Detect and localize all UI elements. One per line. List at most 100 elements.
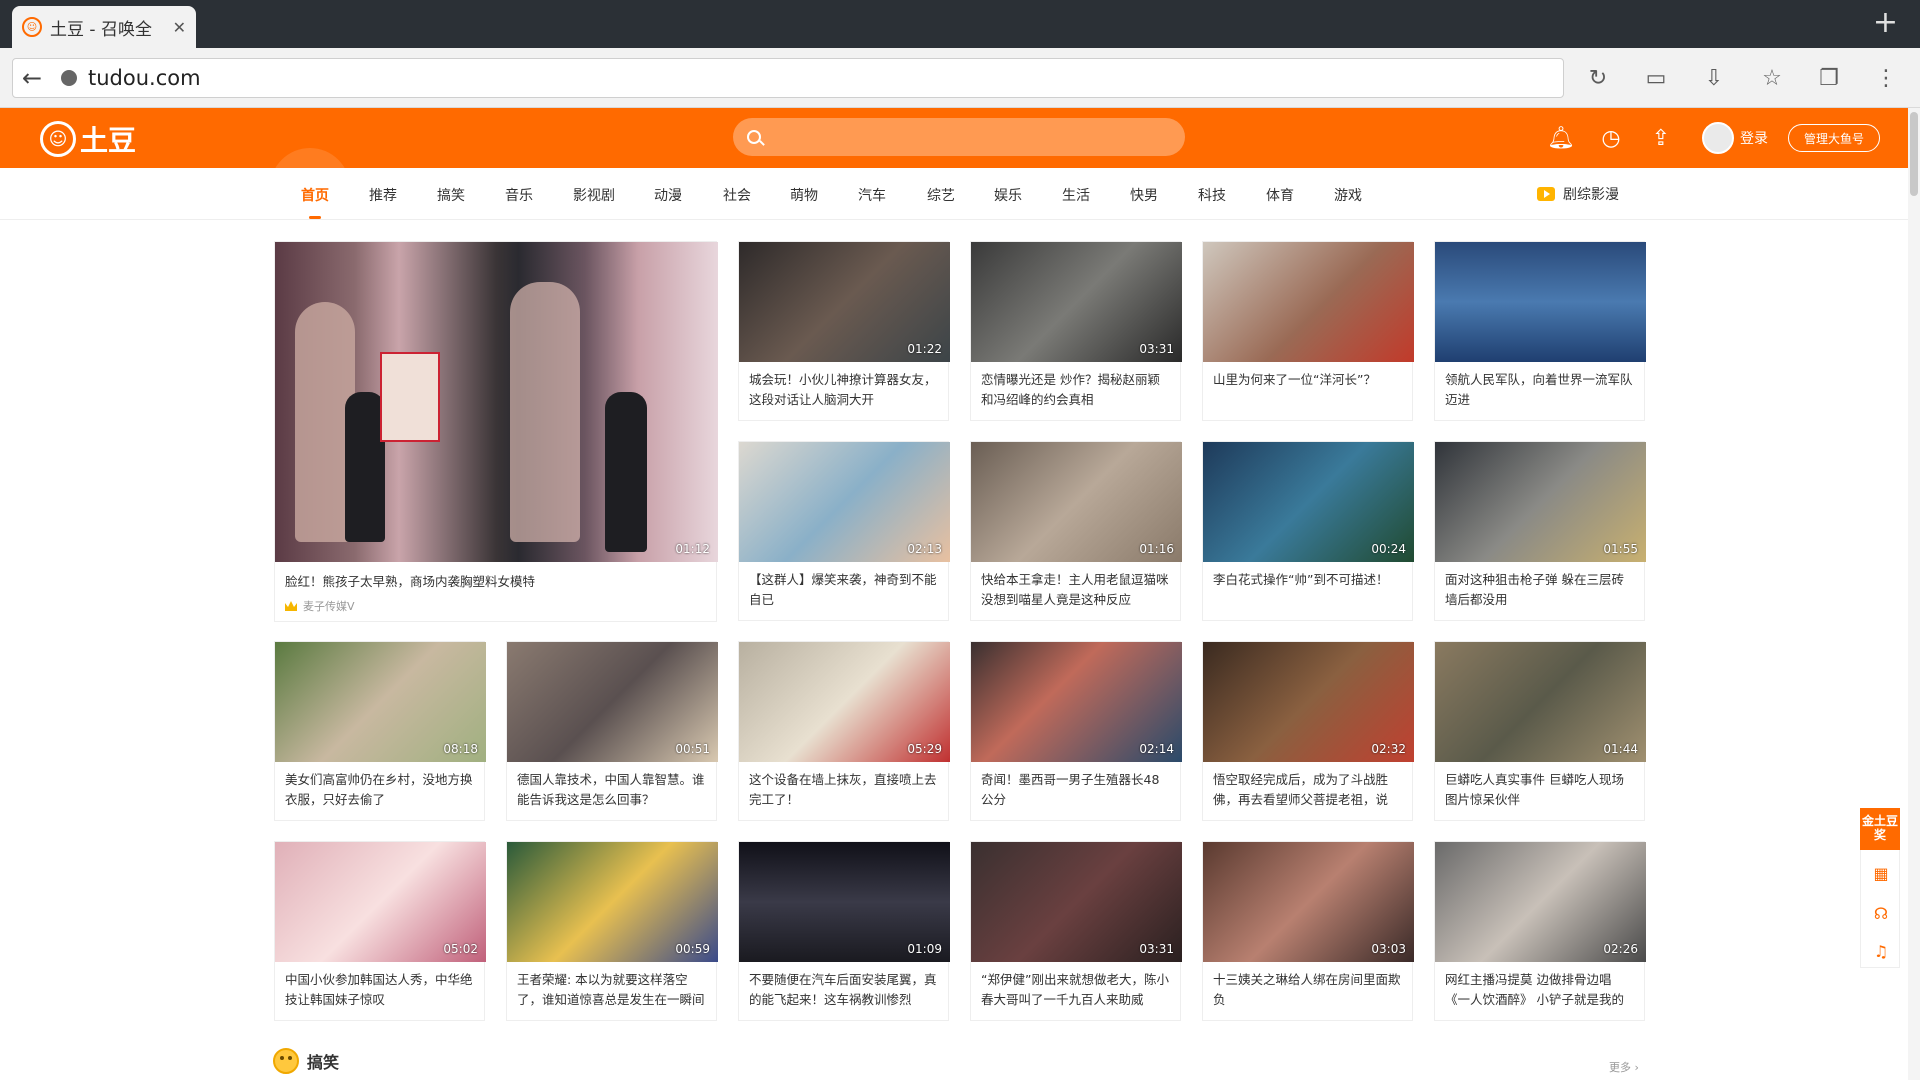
new-tab-button[interactable]: +: [1873, 8, 1898, 38]
nav-tab[interactable]: 首页: [301, 185, 329, 205]
video-card[interactable]: 03:31 “郑伊健”刚出来就想做老大，陈小春大哥叫了一千九百人来助威: [970, 841, 1182, 1021]
nav-tab[interactable]: 生活: [1062, 185, 1090, 205]
qrcode-icon[interactable]: ▦: [1871, 863, 1891, 883]
close-tab-icon[interactable]: ✕: [173, 18, 186, 37]
video-title[interactable]: 领航人民军队，向着世界一流军队迈进: [1445, 370, 1634, 410]
video-thumbnail[interactable]: 03:03: [1203, 842, 1414, 962]
video-thumbnail[interactable]: 02:26: [1435, 842, 1646, 962]
video-title[interactable]: 十三姨关之琳给人绑在房间里面欺负: [1213, 970, 1402, 1010]
featured-thumbnail[interactable]: 01:12: [275, 242, 718, 562]
video-thumbnail[interactable]: 02:14: [971, 642, 1182, 762]
video-thumbnail[interactable]: [1435, 242, 1646, 362]
video-card[interactable]: 山里为何来了一位“洋河长”？: [1202, 241, 1414, 421]
video-title[interactable]: 这个设备在墙上抹灰，直接喷上去完工了！: [749, 770, 938, 810]
video-title[interactable]: 美女们高富帅仍在乡村，没地方换衣服，只好去偷了: [285, 770, 474, 810]
video-title[interactable]: 快给本王拿走！主人用老鼠逗猫咪没想到喵星人竟是这种反应: [981, 570, 1170, 610]
video-thumbnail[interactable]: 02:13: [739, 442, 950, 562]
tabs-icon[interactable]: ❐: [1814, 63, 1844, 93]
video-card[interactable]: 00:59 王者荣耀: 本以为就要这样落空了，谁知道惊喜总是发生在一瞬间: [506, 841, 718, 1021]
search-input[interactable]: [733, 118, 1185, 156]
video-thumbnail[interactable]: [1203, 242, 1414, 362]
video-card[interactable]: 08:18 美女们高富帅仍在乡村，没地方换衣服，只好去偷了: [274, 641, 486, 821]
video-thumbnail[interactable]: 00:59: [507, 842, 718, 962]
video-title[interactable]: 山里为何来了一位“洋河长”？: [1213, 370, 1402, 410]
video-card[interactable]: 05:02 中国小伙参加韩国达人秀，中华绝技让韩国妹子惊叹: [274, 841, 486, 1021]
video-title[interactable]: 德国人靠技术，中国人靠智慧。谁能告诉我这是怎么回事？: [517, 770, 706, 810]
upload-icon[interactable]: ⇪: [1648, 125, 1674, 151]
video-title[interactable]: 城会玩！小伙儿神撩计算器女友，这段对话让人脑洞大开: [749, 370, 938, 410]
video-thumbnail[interactable]: 00:24: [1203, 442, 1414, 562]
browser-tab[interactable]: ☺ 土豆 - 召唤全 ✕: [12, 6, 196, 48]
bell-icon[interactable]: 🔔︎: [1547, 125, 1575, 151]
video-card[interactable]: 03:31 恋情曝光还是 炒作？揭秘赵丽颖和冯绍峰的约会真相: [970, 241, 1182, 421]
golden-tudou-award-button[interactable]: 金土豆奖: [1860, 808, 1900, 850]
video-title[interactable]: 王者荣耀: 本以为就要这样落空了，谁知道惊喜总是发生在一瞬间: [517, 970, 706, 1010]
video-title[interactable]: 悟空取经完成后，成为了斗战胜佛，再去看望师父菩提老祖，说: [1213, 770, 1402, 810]
video-thumbnail[interactable]: 00:51: [507, 642, 718, 762]
uploader[interactable]: 麦子传媒V: [285, 598, 355, 614]
video-title[interactable]: 奇闻！墨西哥一男子生殖器长48公分: [981, 770, 1170, 810]
nav-tab[interactable]: 游戏: [1334, 185, 1362, 205]
video-thumbnail[interactable]: 01:22: [739, 242, 950, 362]
video-title[interactable]: 巨蟒吃人真实事件 巨蟒吃人现场图片惊呆伙伴: [1445, 770, 1634, 810]
nav-tab[interactable]: 社会: [723, 185, 751, 205]
video-card[interactable]: 02:26 网红主播冯提莫 边做排骨边唱《一人饮酒醉》 小铲子就是我的麦: [1434, 841, 1646, 1021]
nav-tab[interactable]: 汽车: [858, 185, 886, 205]
nav-tab[interactable]: 综艺: [927, 185, 955, 205]
nav-tab[interactable]: 影视剧: [573, 185, 615, 205]
address-bar[interactable]: ← tudou.com: [12, 58, 1564, 98]
reload-icon[interactable]: ↻: [1583, 63, 1613, 93]
video-thumbnail[interactable]: 01:09: [739, 842, 950, 962]
scrollbar-thumb[interactable]: [1910, 112, 1918, 196]
featured-video-card[interactable]: 01:12 脸红！熊孩子太早熟，商场内袭胸塑料女模特 麦子传媒V: [274, 241, 718, 622]
video-card[interactable]: 00:51 德国人靠技术，中国人靠智慧。谁能告诉我这是怎么回事？: [506, 641, 718, 821]
video-card[interactable]: 02:13 【这群人】爆笑来袭，神奇到不能自已: [738, 441, 950, 621]
video-thumbnail[interactable]: 03:31: [971, 242, 1182, 362]
video-title[interactable]: 【这群人】爆笑来袭，神奇到不能自已: [749, 570, 938, 610]
video-thumbnail[interactable]: 05:02: [275, 842, 486, 962]
video-card[interactable]: 02:32 悟空取经完成后，成为了斗战胜佛，再去看望师父菩提老祖，说: [1202, 641, 1414, 821]
video-card[interactable]: 05:29 这个设备在墙上抹灰，直接喷上去完工了！: [738, 641, 950, 821]
video-card[interactable]: 02:14 奇闻！墨西哥一男子生殖器长48公分: [970, 641, 1182, 821]
bookmark-star-icon[interactable]: ☆: [1757, 63, 1787, 93]
video-title[interactable]: “郑伊健”刚出来就想做老大，陈小春大哥叫了一千九百人来助威: [981, 970, 1170, 1010]
video-thumbnail[interactable]: 01:16: [971, 442, 1182, 562]
menu-dots-icon[interactable]: ⋮: [1871, 63, 1901, 93]
back-arrow-icon[interactable]: ←: [15, 61, 49, 95]
video-title[interactable]: 不要随便在汽车后面安装尾翼，真的能飞起来！这车祸教训惨烈: [749, 970, 938, 1010]
manager-button[interactable]: 管理大鱼号: [1788, 124, 1880, 152]
video-thumbnail[interactable]: 02:32: [1203, 642, 1414, 762]
nav-tab[interactable]: 体育: [1266, 185, 1294, 205]
video-card[interactable]: 领航人民军队，向着世界一流军队迈进: [1434, 241, 1646, 421]
more-link[interactable]: 更多 ›: [1609, 1059, 1639, 1075]
login-link[interactable]: 登录: [1740, 128, 1768, 148]
video-card[interactable]: 01:55 面对这种狙击枪子弹 躲在三层砖墙后都没用: [1434, 441, 1646, 621]
video-title[interactable]: 恋情曝光还是 炒作？揭秘赵丽颖和冯绍峰的约会真相: [981, 370, 1170, 410]
video-card[interactable]: 01:44 巨蟒吃人真实事件 巨蟒吃人现场图片惊呆伙伴: [1434, 641, 1646, 821]
video-thumbnail[interactable]: 03:31: [971, 842, 1182, 962]
nav-tab[interactable]: 萌物: [790, 185, 818, 205]
nav-tab[interactable]: 搞笑: [437, 185, 465, 205]
nav-drama-variety[interactable]: 剧综影漫: [1537, 184, 1619, 204]
video-title[interactable]: 面对这种狙击枪子弹 躲在三层砖墙后都没用: [1445, 570, 1634, 610]
headset-icon[interactable]: ☊: [1871, 903, 1891, 923]
nav-tab[interactable]: 音乐: [505, 185, 533, 205]
video-card[interactable]: 01:09 不要随便在汽车后面安装尾翼，真的能飞起来！这车祸教训惨烈: [738, 841, 950, 1021]
url-text[interactable]: tudou.com: [88, 66, 201, 90]
video-card[interactable]: 01:16 快给本王拿走！主人用老鼠逗猫咪没想到喵星人竟是这种反应: [970, 441, 1182, 621]
video-thumbnail[interactable]: 01:55: [1435, 442, 1646, 562]
cast-icon[interactable]: ▭: [1641, 63, 1671, 93]
download-icon[interactable]: ⇩: [1699, 63, 1729, 93]
video-card[interactable]: 01:22 城会玩！小伙儿神撩计算器女友，这段对话让人脑洞大开: [738, 241, 950, 421]
notification-bell-icon[interactable]: ♫: [1871, 941, 1891, 961]
video-card[interactable]: 03:03 十三姨关之琳给人绑在房间里面欺负: [1202, 841, 1414, 1021]
video-title[interactable]: 中国小伙参加韩国达人秀，中华绝技让韩国妹子惊叹: [285, 970, 474, 1010]
tudou-logo[interactable]: ☺ 土豆: [40, 119, 136, 159]
nav-tab[interactable]: 动漫: [654, 185, 682, 205]
nav-tab[interactable]: 科技: [1198, 185, 1226, 205]
video-thumbnail[interactable]: 05:29: [739, 642, 950, 762]
avatar[interactable]: [1702, 122, 1734, 154]
history-clock-icon[interactable]: ◷: [1598, 125, 1624, 151]
video-card[interactable]: 00:24 李白花式操作“帅”到不可描述！: [1202, 441, 1414, 621]
nav-tab[interactable]: 娱乐: [994, 185, 1022, 205]
